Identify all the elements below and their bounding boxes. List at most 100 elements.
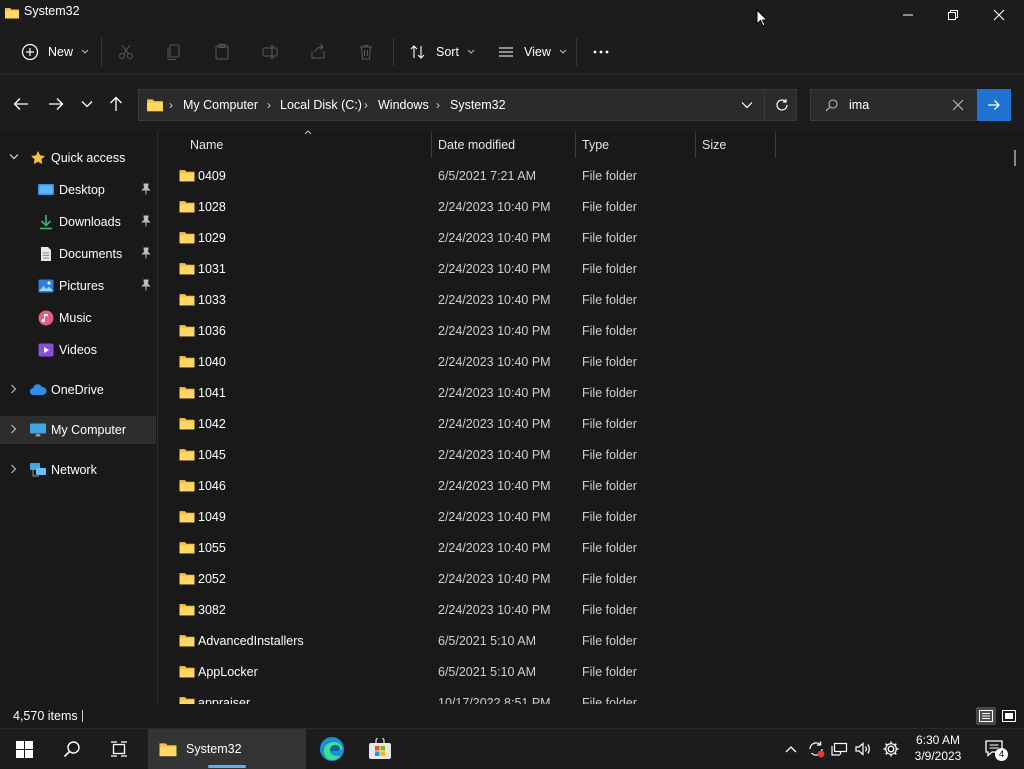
recent-locations-button[interactable] <box>72 89 102 119</box>
sidebar-item-my-computer[interactable]: My Computer <box>0 416 156 444</box>
share-icon <box>308 42 328 62</box>
file-name: 1049 <box>198 510 226 524</box>
sidebar-item-documents[interactable]: Documents <box>0 240 156 268</box>
file-type: File folder <box>582 665 637 679</box>
taskbar-edge[interactable] <box>310 729 354 769</box>
search-submit-button[interactable] <box>977 89 1011 121</box>
sync-status-tray[interactable] <box>805 729 827 769</box>
cut-button[interactable] <box>116 38 136 66</box>
file-row[interactable]: 1029 2/24/2023 10:40 PM File folder <box>158 223 1010 254</box>
file-row[interactable]: 1042 2/24/2023 10:40 PM File folder <box>158 409 1010 440</box>
file-row[interactable]: 1036 2/24/2023 10:40 PM File folder <box>158 316 1010 347</box>
column-resize-handle[interactable] <box>431 132 432 158</box>
large-icons-view-button[interactable] <box>999 707 1019 725</box>
forward-button[interactable] <box>41 89 71 119</box>
file-name: 1033 <box>198 293 226 307</box>
sidebar-item-downloads[interactable]: Downloads <box>0 208 156 236</box>
file-row[interactable]: 0409 6/5/2021 7:21 AM File folder <box>158 161 1010 192</box>
close-button[interactable] <box>976 0 1022 30</box>
column-header-date-modified[interactable]: Date modified <box>438 138 515 152</box>
back-button[interactable] <box>6 89 36 119</box>
breadcrumb-system32[interactable]: System32 <box>450 98 506 112</box>
new-button[interactable]: New <box>20 38 89 66</box>
sidebar-item-music[interactable]: Music <box>0 304 156 332</box>
sidebar-item-network[interactable]: Network <box>0 456 156 484</box>
refresh-button[interactable] <box>764 90 798 120</box>
item-count: 4,570 items <box>13 709 78 723</box>
sort-button[interactable]: Sort <box>408 38 475 66</box>
file-row[interactable]: 1046 2/24/2023 10:40 PM File folder <box>158 471 1010 502</box>
file-row[interactable]: 1028 2/24/2023 10:40 PM File folder <box>158 192 1010 223</box>
minimize-button[interactable] <box>885 0 931 30</box>
breadcrumb-windows[interactable]: Windows <box>378 98 429 112</box>
share-button[interactable] <box>308 38 328 66</box>
file-date-modified: 6/5/2021 5:10 AM <box>438 634 536 648</box>
rename-button[interactable] <box>260 38 280 66</box>
restore-button[interactable] <box>930 0 976 30</box>
search-taskbar-button[interactable] <box>50 729 94 769</box>
vertical-scrollbar[interactable] <box>1014 150 1016 166</box>
navigation-pane: Quick access Desktop Downloads Documents… <box>0 132 158 704</box>
file-row[interactable]: 1033 2/24/2023 10:40 PM File folder <box>158 285 1010 316</box>
taskbar-store[interactable] <box>358 729 402 769</box>
file-row[interactable]: 1045 2/24/2023 10:40 PM File folder <box>158 440 1010 471</box>
search-icon <box>825 99 838 112</box>
file-row[interactable]: 1049 2/24/2023 10:40 PM File folder <box>158 502 1010 533</box>
taskbar-file-explorer[interactable]: System32 <box>148 729 306 769</box>
status-divider <box>82 710 83 722</box>
file-row[interactable]: 2052 2/24/2023 10:40 PM File folder <box>158 564 1010 595</box>
column-resize-handle[interactable] <box>695 132 696 158</box>
search-box[interactable] <box>810 89 978 121</box>
sidebar-item-label: Downloads <box>59 215 121 229</box>
column-resize-handle[interactable] <box>775 132 776 158</box>
volume-tray[interactable] <box>852 729 874 769</box>
file-type: File folder <box>582 634 637 648</box>
file-row[interactable]: appraiser 10/17/2022 8:51 PM File folder <box>158 688 1010 704</box>
up-button[interactable] <box>101 89 131 119</box>
file-type: File folder <box>582 262 637 276</box>
file-name: AppLocker <box>198 665 258 679</box>
file-row[interactable]: 1055 2/24/2023 10:40 PM File folder <box>158 533 1010 564</box>
notification-center-button[interactable]: 4 <box>980 729 1010 769</box>
file-row[interactable]: AppLocker 6/5/2021 5:10 AM File folder <box>158 657 1010 688</box>
delete-button[interactable] <box>356 38 376 66</box>
file-row[interactable]: 1040 2/24/2023 10:40 PM File folder <box>158 347 1010 378</box>
paste-button[interactable] <box>212 38 232 66</box>
start-button[interactable] <box>2 729 46 769</box>
view-button[interactable]: View <box>496 38 567 66</box>
column-header-name[interactable]: Name <box>190 138 223 152</box>
copy-button[interactable] <box>164 38 184 66</box>
sidebar-item-label: Desktop <box>59 183 105 197</box>
column-resize-handle[interactable] <box>575 132 576 158</box>
column-header-size[interactable]: Size <box>702 138 726 152</box>
sidebar-item-videos[interactable]: Videos <box>0 336 156 364</box>
column-header-row: Name Date modified Type Size <box>158 130 1018 158</box>
address-history-dropdown[interactable] <box>741 101 753 109</box>
more-options-button[interactable] <box>591 38 611 66</box>
task-view-button[interactable] <box>97 729 141 769</box>
chevron-down-icon <box>9 153 19 161</box>
file-row[interactable]: AdvancedInstallers 6/5/2021 5:10 AM File f… <box>158 626 1010 657</box>
sidebar-item-quick-access[interactable]: Quick access <box>0 144 156 172</box>
desktop-icon <box>37 182 55 198</box>
network-tray[interactable] <box>829 729 851 769</box>
sidebar-item-desktop[interactable]: Desktop <box>0 176 156 204</box>
breadcrumb-my-computer[interactable]: My Computer <box>183 98 258 112</box>
clock[interactable]: 6:30 AM 3/9/2023 <box>910 731 966 767</box>
address-bar[interactable]: › My Computer › Local Disk (C:) › Window… <box>138 89 797 121</box>
breadcrumb-local-disk[interactable]: Local Disk (C:) <box>280 98 362 112</box>
details-view-button[interactable] <box>976 707 996 725</box>
file-row[interactable]: 1041 2/24/2023 10:40 PM File folder <box>158 378 1010 409</box>
sidebar-item-pictures[interactable]: Pictures <box>0 272 156 300</box>
show-hidden-icons-button[interactable] <box>781 729 801 769</box>
search-input[interactable] <box>849 96 944 114</box>
file-row[interactable]: 3082 2/24/2023 10:40 PM File folder <box>158 595 1010 626</box>
file-row[interactable]: 1031 2/24/2023 10:40 PM File folder <box>158 254 1010 285</box>
file-type: File folder <box>582 696 637 704</box>
network-icon <box>29 462 47 478</box>
settings-tray[interactable] <box>879 729 903 769</box>
clear-search-button[interactable] <box>952 99 964 111</box>
file-date-modified: 2/24/2023 10:40 PM <box>438 417 551 431</box>
column-header-type[interactable]: Type <box>582 138 609 152</box>
sidebar-item-onedrive[interactable]: OneDrive <box>0 376 156 404</box>
